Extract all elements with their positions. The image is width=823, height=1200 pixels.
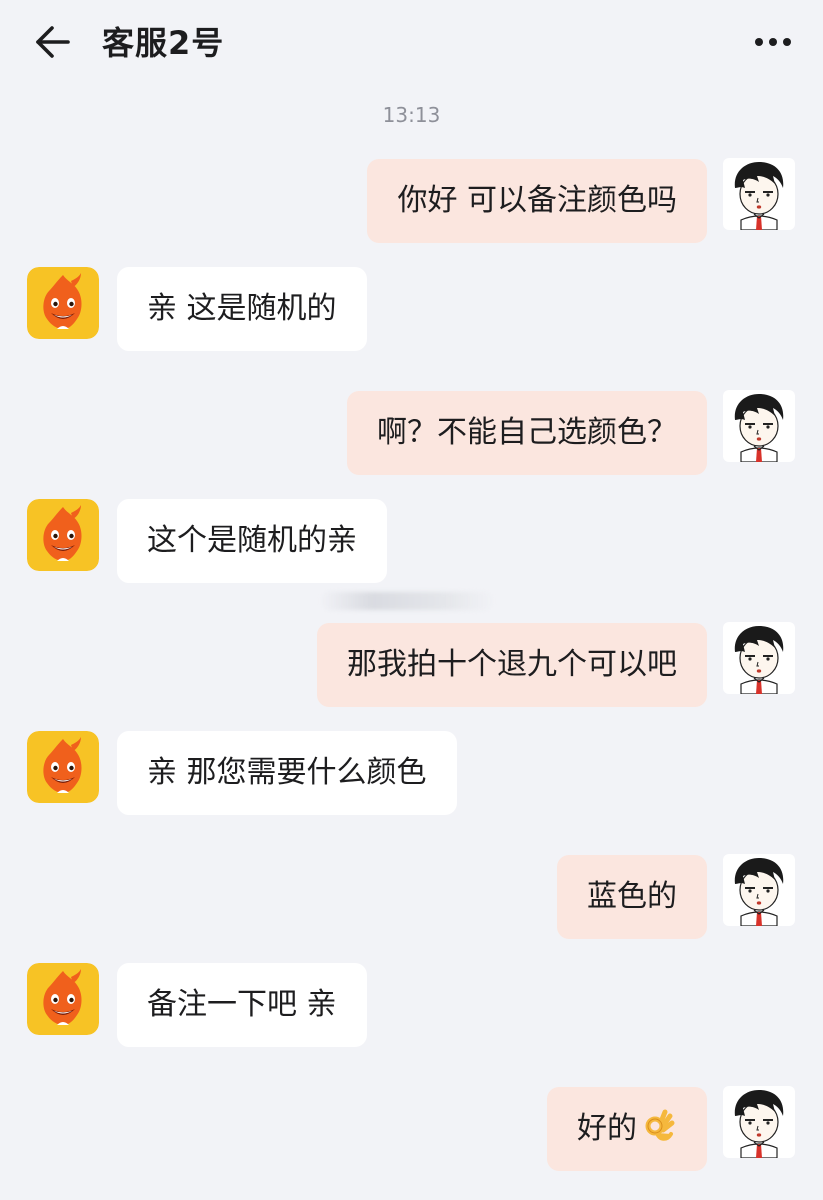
message-text: 好的 (577, 1111, 637, 1146)
user-message-bubble[interactable]: 啊？不能自己选颜色？ (347, 391, 707, 475)
user-avatar-image (723, 158, 795, 230)
agent-avatar-image (27, 499, 99, 571)
agent-message-bubble[interactable]: 这个是随机的亲 (117, 499, 387, 583)
user-message-bubble[interactable]: 你好 可以备注颜色吗 (367, 159, 707, 243)
back-button[interactable] (28, 20, 76, 64)
user-avatar[interactable] (723, 390, 795, 462)
user-avatar-image (723, 854, 795, 926)
chat-title: 客服2号 (102, 24, 225, 62)
agent-avatar[interactable] (27, 499, 99, 571)
user-avatar-image (723, 622, 795, 694)
agent-message-bubble[interactable]: 亲 那您需要什么颜色 (117, 731, 457, 815)
agent-avatar-image (27, 267, 99, 339)
blurred-watermark (320, 592, 494, 610)
agent-avatar[interactable] (27, 963, 99, 1035)
agent-avatar[interactable] (27, 267, 99, 339)
message-timestamp: 13:13 (382, 103, 441, 127)
user-avatar-image (723, 1086, 795, 1158)
more-dots-icon (755, 38, 791, 46)
user-avatar[interactable] (723, 854, 795, 926)
agent-avatar-image (27, 731, 99, 803)
user-message-bubble[interactable]: 好的 (547, 1087, 707, 1171)
user-message-bubble[interactable]: 蓝色的 (557, 855, 707, 939)
agent-message-bubble[interactable]: 亲 这是随机的 (117, 267, 367, 351)
user-avatar[interactable] (723, 158, 795, 230)
more-options-button[interactable] (749, 26, 797, 58)
user-message-bubble[interactable]: 那我拍十个退九个可以吧 (317, 623, 707, 707)
top-bar: 客服2号 (0, 0, 823, 86)
agent-avatar[interactable] (27, 731, 99, 803)
ok-hand-emoji-icon (641, 1093, 677, 1141)
user-avatar-image (723, 390, 795, 462)
user-avatar[interactable] (723, 622, 795, 694)
user-avatar[interactable] (723, 1086, 795, 1158)
agent-avatar-image (27, 963, 99, 1035)
back-arrow-icon (36, 26, 70, 58)
agent-message-bubble[interactable]: 备注一下吧 亲 (117, 963, 367, 1047)
